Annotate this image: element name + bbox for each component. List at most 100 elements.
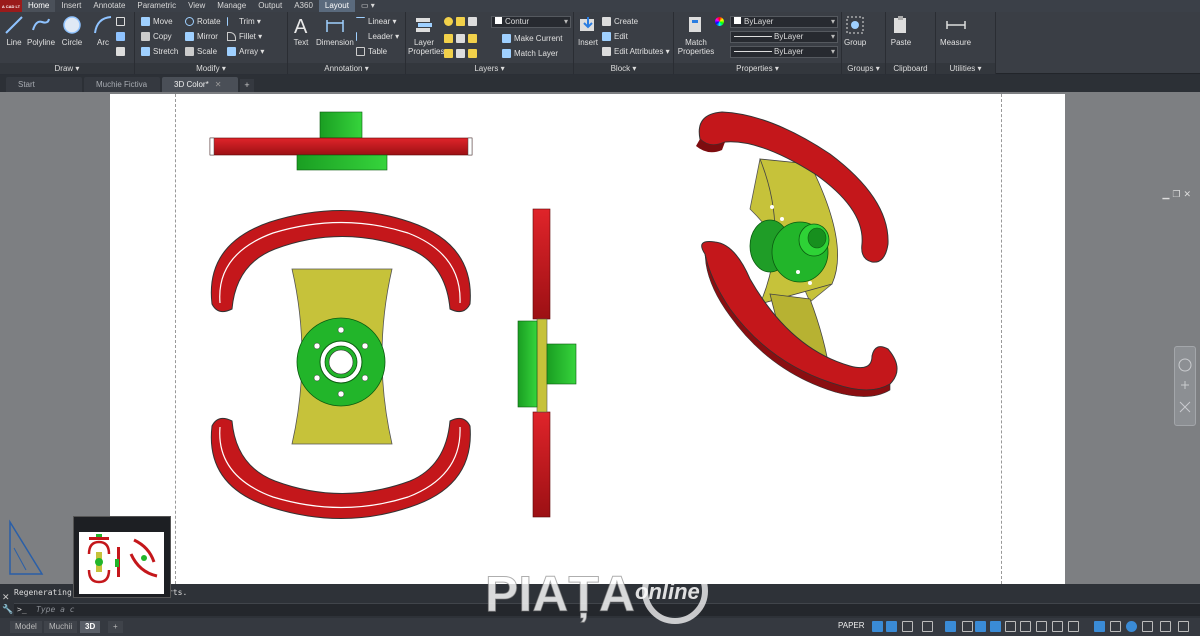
isolate-objects-icon[interactable] [1126,621,1137,632]
array-button[interactable]: Array ▾ [227,45,264,58]
paper-sheet[interactable] [110,94,1065,584]
properties-panel-title[interactable]: Properties ▾ [674,63,841,74]
file-tab-3d-color[interactable]: 3D Color* ✕ [162,77,238,92]
minimize-icon[interactable]: ▁ [1162,189,1172,199]
text-button[interactable]: A Text [290,14,312,47]
otrack-icon[interactable] [962,621,973,632]
tab-home[interactable]: Home [22,0,56,12]
ribbon: Line Polyline Circle Arc Draw ▾ Move Rot… [0,12,1200,74]
rectangle-tool[interactable] [116,15,128,28]
file-tab-muchie-fictiva[interactable]: Muchie Fictiva [84,77,160,92]
tab-annotate[interactable]: Annotate [87,0,131,12]
units-icon[interactable] [1036,621,1047,632]
paste-button[interactable]: Paste [890,14,912,47]
table-button[interactable]: Table [356,45,387,58]
paper-space-toggle[interactable]: PAPER [838,621,865,630]
selection-cycling-icon[interactable] [1005,621,1016,632]
polyline-button[interactable]: Polyline [27,14,55,47]
restore-icon[interactable]: ❐ [1172,189,1183,199]
workspace-gear-icon[interactable] [1068,621,1079,632]
layout-viewport[interactable]: ▁❐✕ [0,92,1200,584]
hardware-acceleration-icon[interactable] [1142,621,1153,632]
grid-icon[interactable] [872,621,883,632]
tab-a360[interactable]: A360 [288,0,319,12]
quick-properties-icon[interactable] [1052,621,1063,632]
groups-panel-title[interactable]: Groups ▾ [842,63,885,74]
tab-insert[interactable]: Insert [55,0,87,12]
layer-state-icons[interactable] [444,15,480,28]
lineweight-dropdown[interactable]: ByLayer [730,46,838,58]
close-icon[interactable]: ✕ [2,592,10,603]
tab-parametric[interactable]: Parametric [131,0,182,12]
layout-tab-model[interactable]: Model [10,621,42,633]
match-properties-button[interactable]: Match Properties [677,14,715,56]
lineweight-icon[interactable] [975,621,986,632]
make-current-button[interactable]: Make Current [502,32,562,45]
edit-attributes-button[interactable]: Edit Attributes ▾ [602,45,670,58]
annotation-monitor-icon[interactable] [1020,621,1031,632]
layout-thumbnail-preview[interactable] [73,516,171,598]
clipboard-panel-title: Clipboard [886,63,935,74]
layer-tools-row1[interactable] [444,32,480,45]
edit-block-button[interactable]: Edit [602,30,628,43]
mirror-button[interactable]: Mirror [185,30,218,43]
leader-button[interactable]: Leader ▾ [356,30,399,43]
dimension-button[interactable]: Dimension [316,14,354,47]
layer-properties-button[interactable]: Layer Properties [408,14,444,56]
utilities-panel-title[interactable]: Utilities ▾ [936,63,995,74]
layer-lock-icon [444,49,453,59]
ribbon-minimize-toggle[interactable]: ▭ ▾ [355,0,381,12]
customization-menu-icon[interactable] [1178,621,1189,632]
move-button[interactable]: Move [141,15,173,28]
layout-tab-muchii[interactable]: Muchii [44,621,78,633]
osnap-icon[interactable] [945,621,956,632]
viewport-window-controls[interactable]: ▁❐✕ [1162,189,1194,200]
rotate-button[interactable]: Rotate [185,15,221,28]
gradient-tool[interactable] [116,45,128,58]
tab-output[interactable]: Output [252,0,288,12]
measure-button[interactable]: Measure [940,14,971,47]
linetype-dropdown[interactable]: ByLayer [730,31,838,43]
tab-view[interactable]: View [182,0,211,12]
snap-icon[interactable] [886,621,897,632]
insert-block-button[interactable]: Insert [577,14,599,47]
draw-panel-title[interactable]: Draw ▾ [0,63,134,74]
tab-layout[interactable]: Layout [318,0,355,12]
clean-screen-icon[interactable] [1160,621,1171,632]
circle-button[interactable]: Circle [61,14,83,47]
hatch-tool[interactable] [116,30,128,43]
linear-dimension-button[interactable]: Linear ▾ [356,15,397,28]
transparency-icon[interactable] [990,621,1001,632]
annotation-panel-title[interactable]: Annotation ▾ [288,63,405,74]
layers-panel-title[interactable]: Layers ▾ [406,63,573,74]
modify-panel-title[interactable]: Modify ▾ [135,63,287,74]
stretch-button[interactable]: Stretch [141,45,178,58]
block-panel-title[interactable]: Block ▾ [574,63,673,74]
graphics-performance-icon[interactable] [1110,621,1121,632]
close-icon[interactable]: ✕ [1183,189,1194,199]
match-layer-button[interactable]: Match Layer [502,47,558,60]
color-dropdown[interactable]: ByLayer [730,16,838,28]
layer-tools-row2[interactable] [444,47,480,60]
polar-icon[interactable] [922,621,933,632]
wrench-icon[interactable]: 🔧 [2,604,13,615]
scale-button[interactable]: Scale [185,45,217,58]
annotation-scale-icon[interactable] [1094,621,1105,632]
tab-manage[interactable]: Manage [211,0,252,12]
fillet-button[interactable]: Fillet ▾ [227,30,262,43]
ortho-icon[interactable] [902,621,913,632]
line-button[interactable]: Line [3,14,25,47]
file-tab-start[interactable]: Start [6,77,82,92]
trim-button[interactable]: Trim ▾ [227,15,261,28]
layer-dropdown[interactable]: Contur [491,16,571,28]
application-menu-button[interactable]: A CAD LT [0,0,22,12]
arc-button[interactable]: Arc [92,14,114,47]
close-icon[interactable]: ✕ [215,80,222,89]
add-layout-button[interactable]: + [108,621,123,633]
layout-tab-3d[interactable]: 3D [80,621,101,633]
group-button[interactable]: Group [844,14,866,47]
navigation-bar[interactable] [1174,346,1196,426]
create-block-button[interactable]: Create [602,15,638,28]
copy-button[interactable]: Copy [141,30,172,43]
new-tab-button[interactable]: + [240,79,254,92]
